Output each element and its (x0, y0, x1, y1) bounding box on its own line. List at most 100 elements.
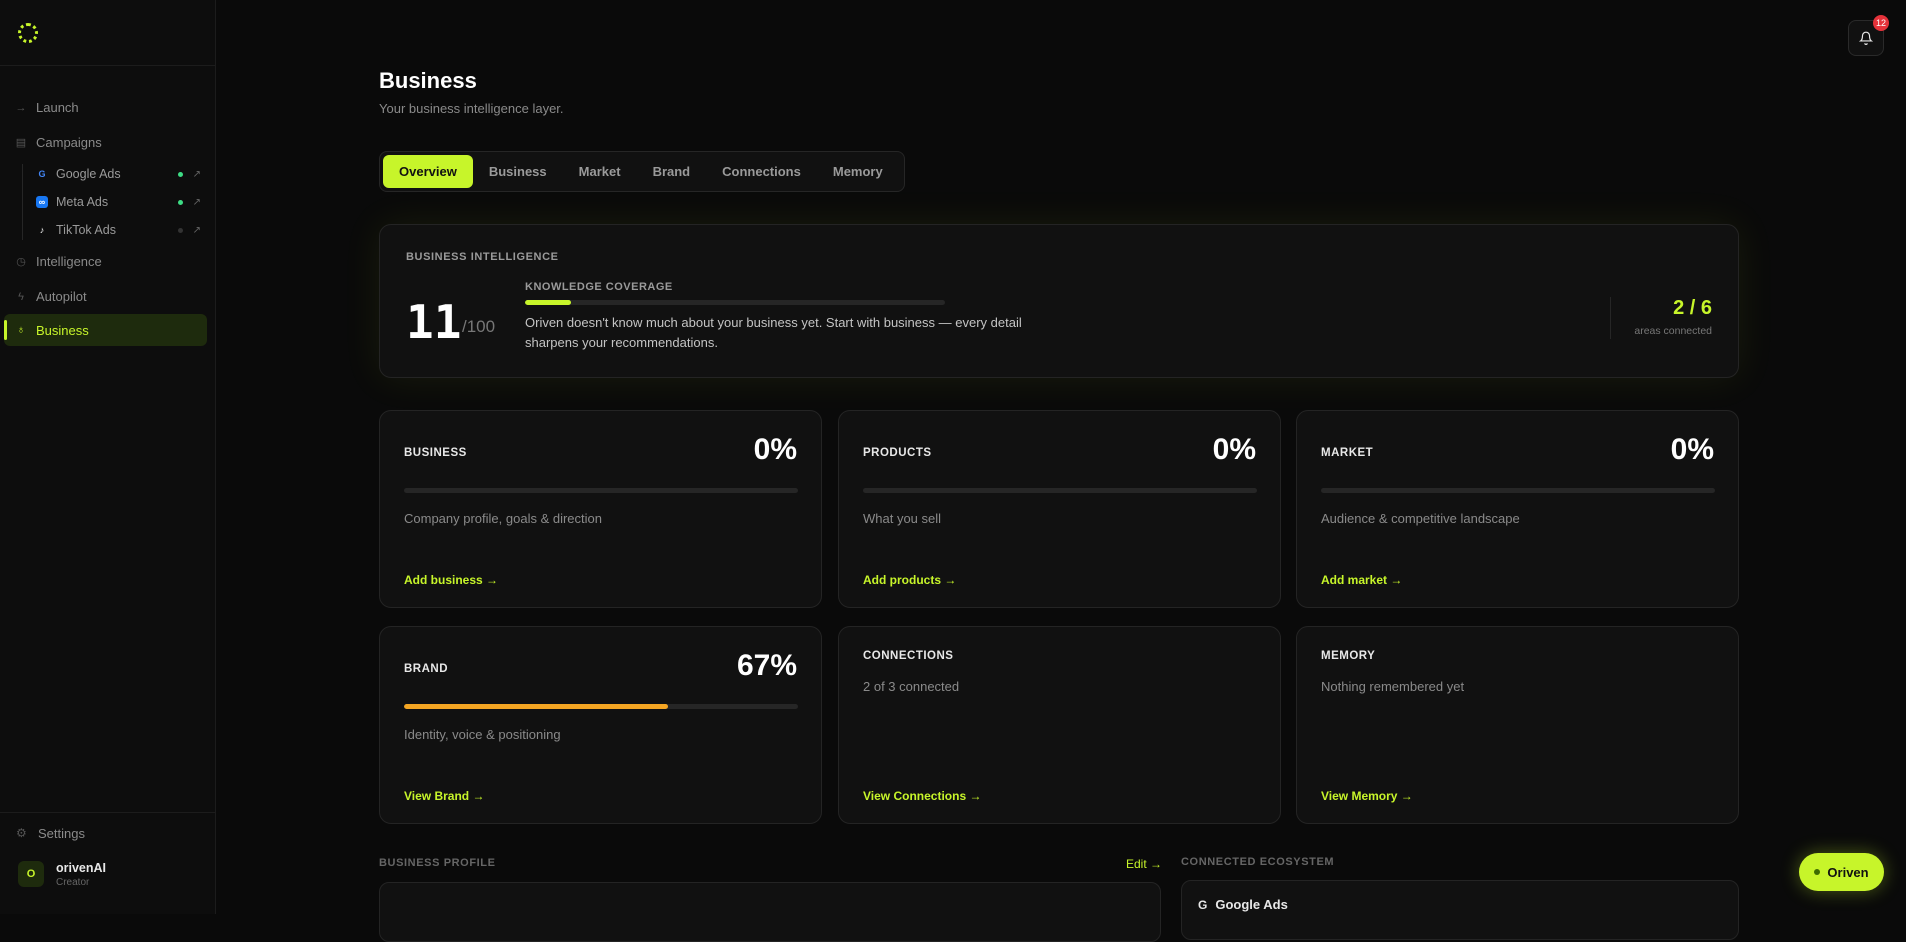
card-percent: 0% (1212, 433, 1256, 466)
avatar: O (18, 861, 44, 887)
tab-brand[interactable]: Brand (637, 155, 707, 188)
add-products-link[interactable]: Add products → (863, 573, 956, 587)
card-progress-bar (1321, 488, 1715, 493)
intelligence-score: 11 (406, 295, 462, 349)
business-profile-label: BUSINESS PROFILE (379, 857, 496, 869)
oriven-button-label: Oriven (1827, 864, 1869, 880)
brand-card: BRAND 67% Identity, voice & positioning … (379, 626, 822, 824)
card-title: MARKET (1321, 447, 1374, 459)
view-connections-link[interactable]: View Connections → (863, 789, 981, 803)
settings-label: Settings (38, 825, 85, 841)
sidebar-item-label: Google Ads (56, 167, 121, 181)
gear-icon: ⚙ (16, 826, 27, 840)
card-description: What you sell (863, 511, 942, 526)
oriven-logo-icon[interactable] (18, 23, 38, 43)
card-progress-bar (863, 488, 1257, 493)
add-business-link[interactable]: Add business → (404, 573, 498, 587)
edit-profile-link[interactable]: Edit → (1126, 857, 1162, 871)
status-dot (178, 199, 183, 205)
external-link-icon[interactable]: ↗ (193, 225, 201, 236)
areas-connected-label: areas connected (1634, 325, 1712, 337)
card-description: Company profile, goals & direction (404, 511, 602, 526)
google-icon: G (38, 169, 46, 179)
business-card: BUSINESS 0% Company profile, goals & dir… (379, 410, 822, 608)
card-title: PRODUCTS (863, 447, 932, 459)
external-link-icon[interactable]: ↗ (193, 169, 201, 180)
card-progress-fill (404, 704, 668, 709)
sidebar-item-label: Business (36, 322, 89, 338)
card-title: CONNECTIONS (863, 650, 954, 662)
sidebar-item-settings[interactable]: ⚙ Settings (0, 813, 215, 853)
view-brand-link[interactable]: View Brand → (404, 789, 484, 803)
sidebar-item-launch[interactable]: → Launch (0, 90, 215, 125)
products-card: PRODUCTS 0% What you sell Add products → (838, 410, 1281, 608)
sidebar-item-autopilot[interactable]: ϟ Autopilot (0, 279, 215, 314)
bolt-icon: ϟ (18, 290, 24, 303)
meta-icon: ∞ (36, 196, 48, 208)
user-profile[interactable]: O orivenAI Creator (0, 853, 215, 895)
sidebar-item-google-ads[interactable]: G Google Ads ↗ (0, 160, 215, 188)
sidebar-item-label: Intelligence (36, 254, 102, 269)
tab-connections[interactable]: Connections (706, 155, 817, 188)
sidebar-item-intelligence[interactable]: ◷ Intelligence (0, 244, 215, 279)
bi-label: BUSINESS INTELLIGENCE (406, 251, 559, 263)
sidebar: → Launch ▤ Campaigns G Google Ads ↗ ∞ Me… (0, 0, 216, 914)
campaigns-subnav: G Google Ads ↗ ∞ Meta Ads ↗ ♪ TikTok Ads… (0, 160, 215, 244)
notification-badge: 12 (1872, 15, 1889, 31)
ecosystem-item-google-ads[interactable]: G Google Ads (1198, 897, 1288, 912)
coverage-description: Oriven doesn't know much about your busi… (525, 315, 1022, 350)
oriven-assistant-button[interactable]: Oriven (1799, 853, 1884, 891)
clock-icon: ◷ (16, 256, 26, 268)
sidebar-footer: ⚙ Settings O orivenAI Creator (0, 812, 215, 895)
coverage-progress-fill (525, 300, 572, 305)
sidebar-item-meta-ads[interactable]: ∞ Meta Ads ↗ (0, 188, 215, 216)
user-name: orivenAI (56, 860, 107, 875)
sidebar-nav: → Launch ▤ Campaigns G Google Ads ↗ ∞ Me… (0, 66, 215, 346)
status-dot (178, 227, 183, 233)
card-title: BUSINESS (404, 447, 467, 459)
tab-overview[interactable]: Overview (383, 155, 473, 188)
external-link-icon[interactable]: ↗ (193, 197, 201, 208)
clipboard-icon: ▤ (15, 137, 27, 149)
status-dot (178, 171, 183, 177)
add-market-link[interactable]: Add market → (1321, 573, 1402, 587)
coverage-progress-bar (525, 300, 945, 305)
connected-ecosystem-panel: G Google Ads (1181, 880, 1739, 940)
tiktok-icon: ♪ (39, 225, 45, 235)
sidebar-item-campaigns[interactable]: ▤ Campaigns (0, 125, 215, 160)
memory-card: MEMORY Nothing remembered yet View Memor… (1296, 626, 1739, 824)
sidebar-item-business[interactable]: ♁ Business (4, 314, 207, 346)
status-dot (1814, 869, 1821, 875)
card-description: Nothing remembered yet (1321, 679, 1465, 694)
connections-card: CONNECTIONS 2 of 3 connected View Connec… (838, 626, 1281, 824)
business-intelligence-card: BUSINESS INTELLIGENCE 11 /100 KNOWLEDGE … (379, 224, 1739, 378)
sidebar-item-label: Launch (36, 100, 79, 115)
tab-market[interactable]: Market (563, 155, 637, 188)
bulb-icon: ♁ (16, 324, 26, 336)
sidebar-item-label: Campaigns (36, 135, 102, 150)
tab-memory[interactable]: Memory (817, 155, 899, 188)
user-role: Creator (56, 876, 90, 888)
view-memory-link[interactable]: View Memory → (1321, 789, 1413, 803)
page-subtitle: Your business intelligence layer. (379, 101, 564, 116)
areas-connected-count: 2 / 6 (1673, 297, 1712, 319)
sidebar-item-tiktok-ads[interactable]: ♪ TikTok Ads ↗ (0, 216, 215, 244)
divider (1610, 297, 1611, 339)
market-card: MARKET 0% Audience & competitive landsca… (1296, 410, 1739, 608)
card-title: MEMORY (1321, 650, 1376, 662)
notifications-button[interactable]: 12 (1848, 15, 1889, 56)
tab-bar: Overview Business Market Brand Connectio… (379, 151, 905, 192)
card-description: Identity, voice & positioning (404, 727, 561, 742)
bell-icon (1859, 31, 1873, 45)
card-percent: 0% (1670, 433, 1714, 466)
card-percent: 0% (753, 433, 797, 466)
tab-business[interactable]: Business (473, 155, 563, 188)
card-percent: 67% (736, 649, 797, 682)
card-description: Audience & competitive landscape (1321, 511, 1520, 526)
sidebar-item-label: Meta Ads (56, 195, 109, 209)
ecosystem-item-label: Google Ads (1215, 897, 1288, 912)
coverage-label: KNOWLEDGE COVERAGE (525, 281, 673, 293)
logo-area (0, 0, 215, 66)
business-profile-panel (379, 882, 1161, 942)
card-progress-bar (404, 488, 798, 493)
